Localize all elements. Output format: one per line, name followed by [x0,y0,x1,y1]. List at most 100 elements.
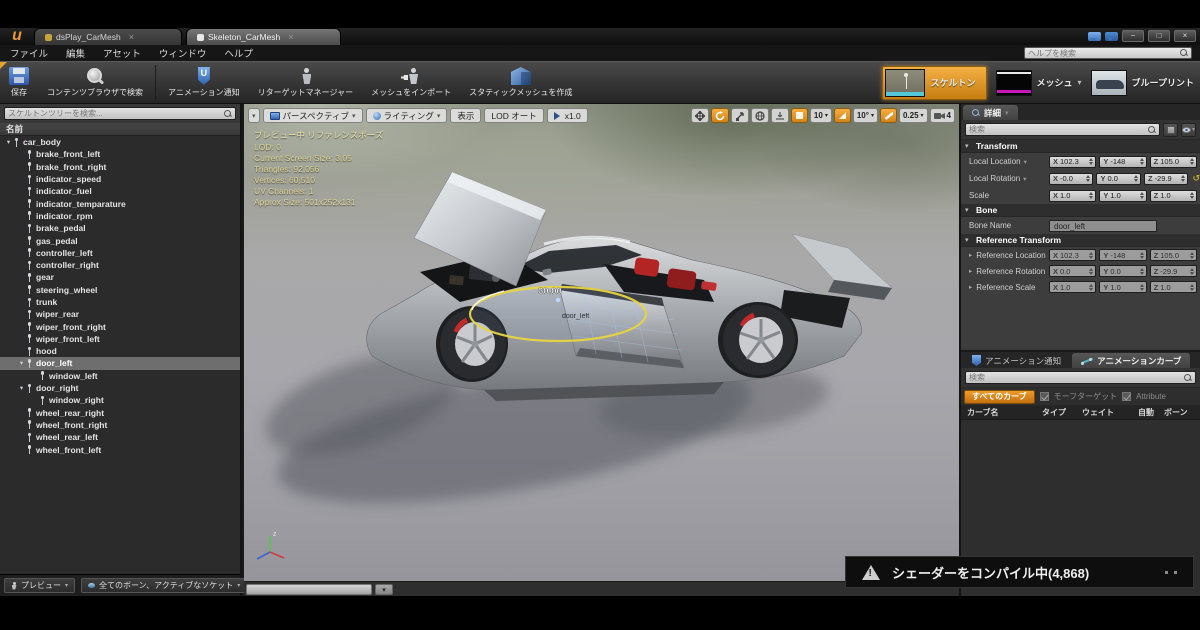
tab-anim-curves[interactable]: アニメーションカーブ [1072,353,1190,368]
local-rotation-y-field[interactable]: Y0.0 [1096,173,1140,185]
menu-item-2[interactable]: アセット [103,46,141,60]
menu-item-3[interactable]: ウィンドウ [159,46,207,60]
skeleton-tree-search-box[interactable] [4,107,236,120]
tab-close-icon[interactable]: × [129,32,134,42]
tree-row-controller_right[interactable]: controller_right [0,259,240,271]
tree-row-wheel_front_left[interactable]: wheel_front_left [0,443,240,455]
grid-snap-toggle[interactable] [791,108,808,123]
make-static-mesh-button[interactable]: スタティックメッシュを作成 [460,62,581,103]
tree-row-wiper_front_left[interactable]: wiper_front_left [0,333,240,345]
tree-row-wheel_rear_left[interactable]: wheel_rear_left [0,431,240,443]
import-mesh-button[interactable]: メッシュをインポート [362,62,460,103]
curves-search-input[interactable] [969,373,1184,382]
tree-row-trunk[interactable]: trunk [0,296,240,308]
mode-bp-button[interactable]: ブループリント [1091,70,1194,96]
all-curves-button[interactable]: すべてのカーブ [964,390,1035,404]
tree-row-indicator_speed[interactable]: indicator_speed [0,173,240,185]
menu-item-0[interactable]: ファイル [10,46,48,60]
mode-mesh-button[interactable]: メッシュ▾ [996,70,1082,96]
tree-row-door_left[interactable]: ▾door_left [0,357,240,369]
mode-skeleton-button[interactable]: スケルトン [882,66,986,100]
tree-row-window_right[interactable]: window_right [0,394,240,406]
preview-dropdown-button[interactable]: プレビュー ▾ [4,578,75,593]
local-location-z-field[interactable]: Z105.0 [1150,156,1197,168]
timeline-scrubber[interactable] [246,584,372,595]
menu-item-4[interactable]: ヘルプ [224,46,253,60]
revert-icon[interactable]: ↺ [1192,173,1200,184]
details-search-input[interactable] [969,125,1148,134]
tree-row-wheel_rear_right[interactable]: wheel_rear_right [0,407,240,419]
scale-x-field[interactable]: X1.0 [1049,190,1096,202]
section-reference-transform[interactable]: Reference Transform [961,234,1200,247]
help-search-input[interactable] [1028,49,1180,58]
skeleton-tree-search-input[interactable] [8,109,224,118]
tab-details[interactable]: 詳細 ▾ [963,105,1018,120]
scale-y-field[interactable]: Y1.0 [1099,190,1146,202]
curves-search-box[interactable] [965,371,1196,384]
tree-row-steering_wheel[interactable]: steering_wheel [0,284,240,296]
expander-icon[interactable]: ▾ [17,359,26,367]
details-search-box[interactable] [965,123,1160,136]
bone-filter-dropdown-button[interactable]: 全てのボーン、アクティブなソケット ▾ [81,578,247,593]
view-options-button[interactable]: ▾ [1181,123,1196,137]
tree-row-window_left[interactable]: window_left [0,370,240,382]
timeline-options-button[interactable]: ▾ [375,584,393,595]
grid-snap-value[interactable]: 10▾ [810,108,832,123]
translate-tool-button[interactable] [691,108,709,123]
local-rotation-z-field[interactable]: Z-29.9 [1144,173,1188,185]
morph-target-checkbox[interactable] [1040,392,1049,401]
tree-row-door_right[interactable]: ▾door_right [0,382,240,394]
perspective-dropdown[interactable]: パースペクティブ▾ [263,108,363,123]
save-button[interactable]: 保存 [0,62,38,103]
tree-row-brake_pedal[interactable]: brake_pedal [0,222,240,234]
view-mode-dropdown[interactable]: ライティング▾ [366,108,448,123]
expander-icon[interactable]: ▾ [17,384,26,392]
tab-close-icon[interactable]: × [288,32,293,42]
help-search-box[interactable] [1024,47,1192,59]
bug-report-bubble-icon[interactable] [1105,32,1118,41]
tree-row-brake_front_right[interactable]: brake_front_right [0,161,240,173]
scale-snap-toggle[interactable] [880,108,897,123]
column-header-2[interactable]: ウェイト [1082,407,1138,418]
tree-row-indicator_rpm[interactable]: indicator_rpm [0,210,240,222]
tree-row-brake_front_left[interactable]: brake_front_left [0,148,240,160]
tree-row-controller_left[interactable]: controller_left [0,247,240,259]
section-transform[interactable]: Transform [961,140,1200,153]
scale-snap-value[interactable]: 0.25▾ [899,108,928,123]
tree-row-wheel_front_right[interactable]: wheel_front_right [0,419,240,431]
column-header-1[interactable]: タイプ [1042,407,1082,418]
column-header-0[interactable]: カーブ名 [961,407,1042,418]
column-header-4[interactable]: ボーン [1164,407,1200,418]
feedback-bubble-icon[interactable] [1088,32,1101,41]
lod-dropdown[interactable]: LOD オート [484,108,543,123]
tree-row-wiper_rear[interactable]: wiper_rear [0,308,240,320]
tree-row-gas_pedal[interactable]: gas_pedal [0,234,240,246]
scale-z-field[interactable]: Z1.0 [1150,190,1197,202]
playback-speed-button[interactable]: x1.0 [547,108,588,123]
show-dropdown[interactable]: 表示 [450,108,481,123]
maximize-button[interactable]: □ [1148,30,1170,42]
tree-row-indicator_temparature[interactable]: indicator_temparature [0,197,240,209]
tree-row-car_body[interactable]: ▾car_body [0,136,240,148]
tree-row-indicator_fuel[interactable]: indicator_fuel [0,185,240,197]
expander-icon[interactable]: ▾ [4,138,13,146]
column-header-3[interactable]: 自動 [1138,407,1164,418]
rotation-snap-value[interactable]: 10°▾ [853,108,878,123]
tree-row-gear[interactable]: gear [0,271,240,283]
scale-tool-button[interactable] [731,108,749,123]
viewport-options-button[interactable]: ▾ [248,108,260,123]
find-in-content-browser-button[interactable]: コンテンツブラウザで検索 [38,62,152,103]
tab-anim-notifies[interactable]: アニメーション通知 [963,353,1070,368]
local-location-x-field[interactable]: X102.3 [1049,156,1096,168]
retarget-manager-button[interactable]: リターゲットマネージャー [249,62,362,103]
property-matrix-button[interactable] [1163,123,1178,137]
coordinate-system-button[interactable] [751,108,769,123]
rotate-tool-button[interactable] [711,108,729,123]
local-location-y-field[interactable]: Y-148 [1099,156,1146,168]
rotation-gizmo[interactable]: 60.00 door_left [470,286,646,341]
minimize-button[interactable]: − [1122,30,1144,42]
close-button[interactable]: × [1174,30,1196,42]
document-tab-1[interactable]: dsPlay_CarMesh × [34,28,182,45]
camera-speed-button[interactable]: 4 [930,108,955,123]
anim-notifies-button[interactable]: アニメーション通知 [159,62,249,103]
